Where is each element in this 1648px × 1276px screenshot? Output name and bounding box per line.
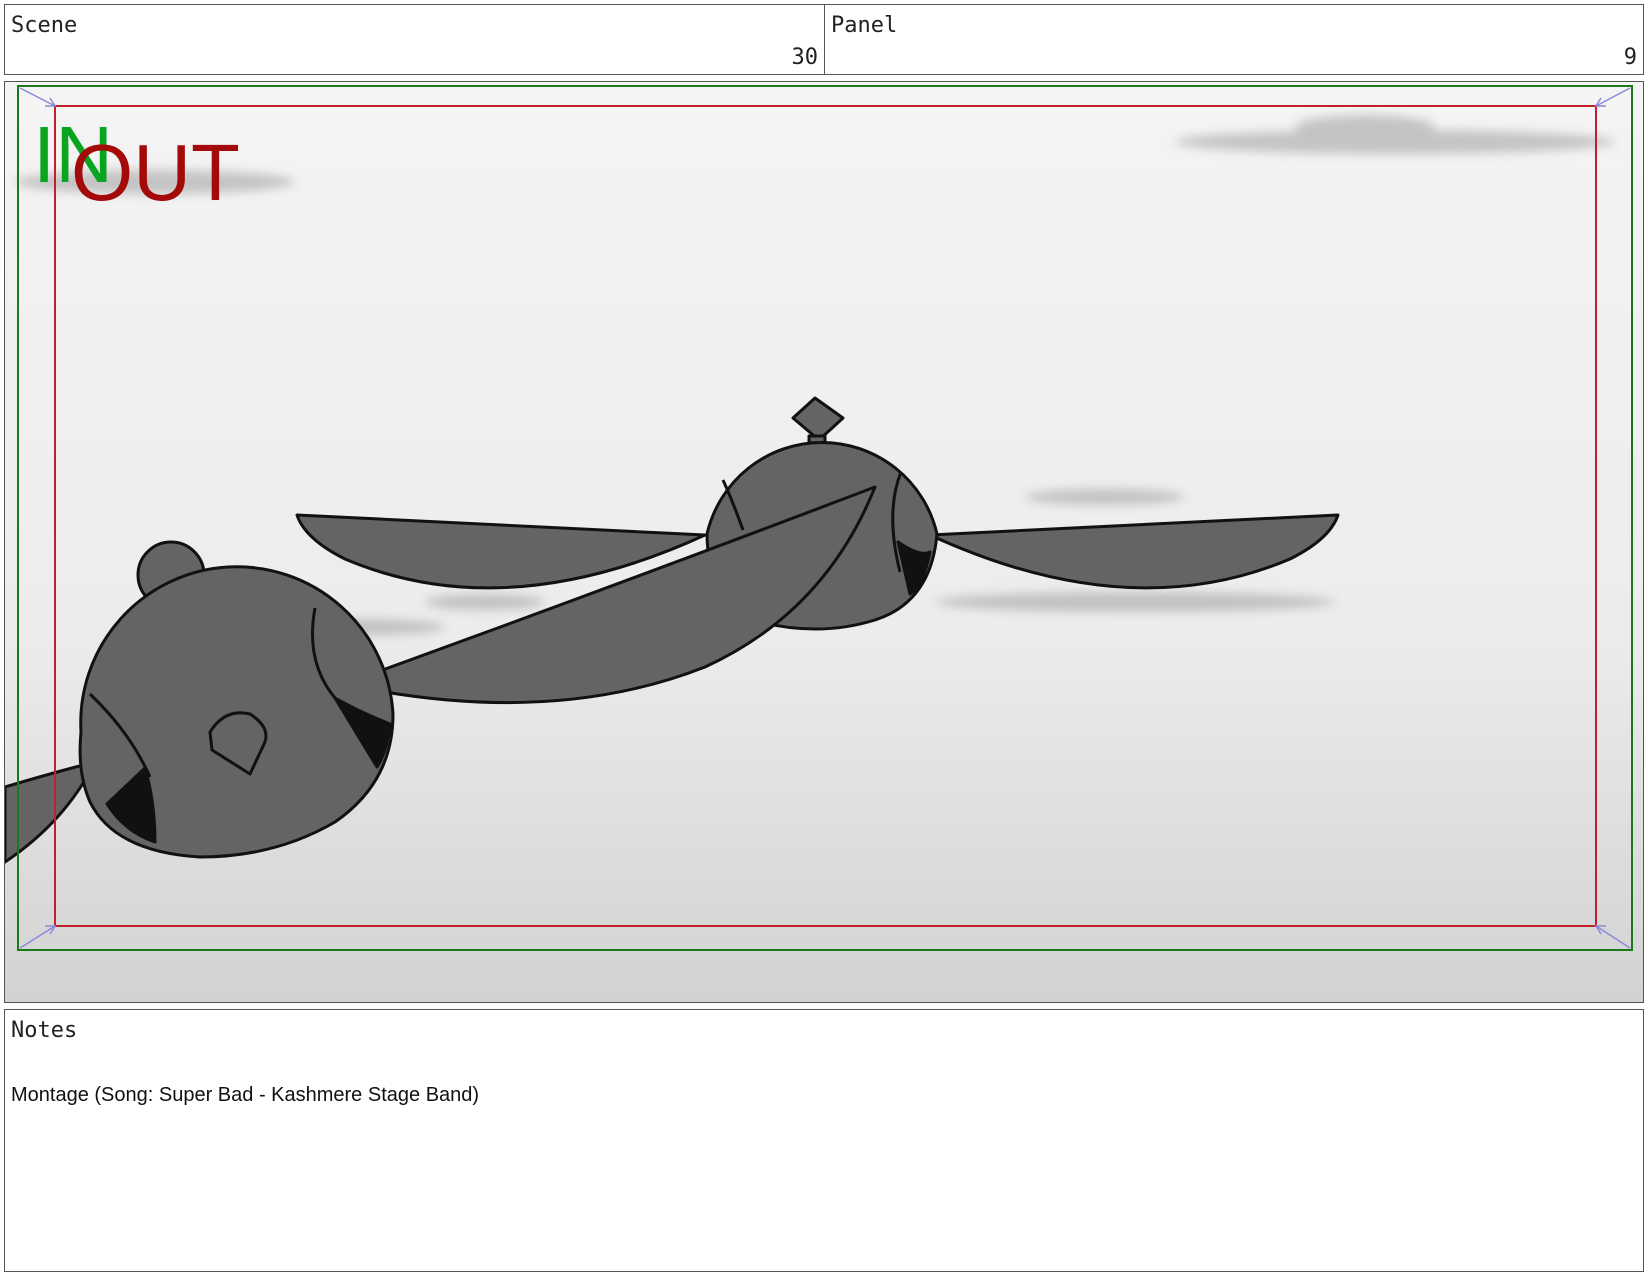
notes-text: Montage (Song: Super Bad - Kashmere Stag…	[11, 1084, 480, 1106]
scene-number: 30	[791, 45, 819, 70]
panel-label: Panel	[831, 13, 898, 38]
storyboard-frame: IN OUT	[4, 81, 1644, 1003]
out-marker: OUT	[71, 128, 240, 217]
panel-field: Panel 9	[824, 4, 1644, 75]
scene-label: Scene	[11, 13, 78, 38]
notes-label: Notes	[11, 1018, 78, 1043]
notes-field: Notes Montage (Song: Super Bad - Kashmer…	[4, 1009, 1644, 1272]
scene-field: Scene 30	[4, 4, 825, 75]
storyboard-drawing: IN OUT	[5, 82, 1643, 1002]
panel-number: 9	[1623, 45, 1637, 70]
